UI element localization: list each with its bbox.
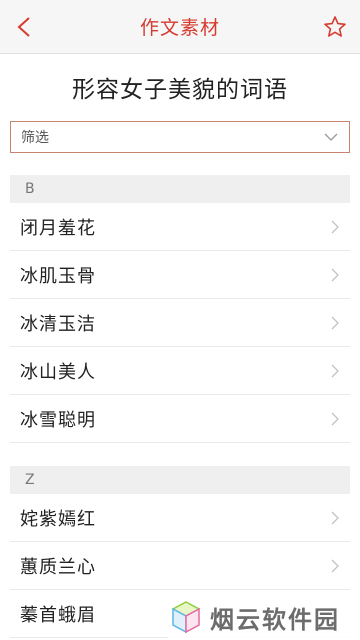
filter-select[interactable]: 筛选	[10, 121, 350, 153]
back-button[interactable]	[10, 13, 38, 41]
chevron-right-icon	[331, 268, 339, 282]
filter-label: 筛选	[21, 130, 49, 146]
chevron-right-icon	[331, 316, 339, 330]
list-item-label: 冰雪聪明	[20, 409, 96, 431]
chevron-left-icon	[17, 17, 30, 37]
list-item[interactable]: 蕙质兰心	[10, 542, 350, 590]
chevron-right-icon	[331, 559, 339, 573]
list-item-label: 蕙质兰心	[20, 556, 96, 578]
chevron-right-icon	[331, 511, 339, 525]
list-item[interactable]: 姹紫嫣红	[10, 494, 350, 542]
chevron-right-icon	[331, 364, 339, 378]
watermark-text: 烟云软件园	[210, 605, 340, 634]
list-item-label: 闭月羞花	[20, 217, 96, 239]
section-header-z: Z	[10, 466, 350, 494]
list-item[interactable]: 冰雪聪明	[10, 395, 350, 443]
section-header-b: B	[10, 175, 350, 203]
top-bar: 作文素材	[0, 0, 360, 54]
chevron-right-icon	[331, 412, 339, 426]
watermark: 烟云软件园	[168, 594, 360, 640]
list-item-label: 冰肌玉骨	[20, 265, 96, 287]
list-item[interactable]: 冰清玉洁	[10, 299, 350, 347]
list-item-label: 冰山美人	[20, 361, 96, 383]
list-item-label: 冰清玉洁	[20, 313, 96, 335]
list-item-label: 蓁首蛾眉	[20, 604, 96, 626]
star-outline-icon	[324, 16, 346, 37]
list-item[interactable]: 闭月羞花	[10, 203, 350, 251]
page-title: 作文素材	[139, 17, 220, 39]
chevron-right-icon	[331, 220, 339, 234]
list-item[interactable]: 冰山美人	[10, 347, 350, 395]
list-item-label: 姹紫嫣红	[20, 508, 96, 530]
cube-logo-icon	[171, 601, 201, 634]
favorite-button[interactable]	[322, 14, 348, 40]
list-item[interactable]: 冰肌玉骨	[10, 251, 350, 299]
article-heading: 形容女子美貌的词语	[72, 77, 288, 103]
chevron-down-icon	[324, 133, 338, 141]
